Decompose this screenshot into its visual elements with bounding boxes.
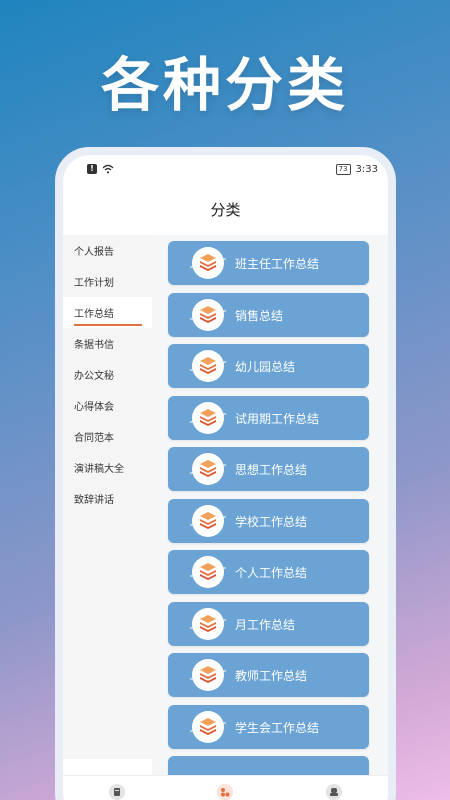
- stack-layers-icon: [190, 299, 226, 331]
- category-label: 幼儿园总结: [235, 359, 296, 374]
- category-list[interactable]: 班主任工作总结 销售总结 幼儿园总结 试用期工作总结 思想工作总结 学校工作总结: [152, 235, 388, 775]
- category-card[interactable]: 教师工作总结: [168, 653, 369, 697]
- alert-icon: !: [87, 164, 97, 174]
- category-card[interactable]: 幼儿园总结: [168, 344, 369, 388]
- sidebar-item-contract-templates[interactable]: 合同范本: [63, 421, 152, 452]
- category-card[interactable]: 月工作总结: [168, 602, 369, 646]
- category-card[interactable]: 个人工作总结: [168, 550, 369, 594]
- category-card[interactable]: 学校工作总结: [168, 499, 369, 543]
- status-time: 3:33: [355, 163, 378, 175]
- sidebar-item-work-summary[interactable]: 工作总结: [63, 297, 152, 328]
- category-label: 销售总结: [235, 308, 284, 323]
- sidebar-item-label: 办公文秘: [74, 371, 114, 382]
- sidebar-item-letters[interactable]: 条据书信: [63, 328, 152, 359]
- promo-title: 各种分类: [100, 51, 349, 119]
- category-card[interactable]: 试用期工作总结: [168, 396, 369, 440]
- sidebar-item-label: 致辞讲话: [74, 495, 114, 506]
- sidebar-item-speeches[interactable]: 演讲稿大全: [63, 452, 152, 483]
- sidebar-item-work-plan[interactable]: 工作计划: [63, 266, 152, 297]
- wifi-icon: [102, 164, 114, 174]
- page-title: 分类: [63, 183, 388, 235]
- category-sidebar: 个人报告 工作计划 工作总结 条据书信 办公文秘 心得体会 合同范本 演讲稿大全…: [63, 235, 152, 759]
- sidebar-item-label: 演讲稿大全: [74, 464, 124, 475]
- category-label: 月工作总结: [235, 617, 296, 632]
- bottom-tab-bar: 推荐 分类 我的: [63, 775, 388, 800]
- sidebar-item-label: 合同范本: [74, 433, 114, 444]
- stack-layers-icon: [190, 453, 226, 485]
- category-label: 思想工作总结: [235, 462, 308, 477]
- grid-icon: [217, 784, 234, 800]
- sidebar-item-label: 条据书信: [74, 340, 114, 351]
- category-label: 班主任工作总结: [235, 256, 320, 271]
- category-card-partial[interactable]: [168, 756, 369, 775]
- category-label: 试用期工作总结: [235, 411, 320, 426]
- tab-recommend[interactable]: 推荐: [87, 784, 147, 800]
- stack-layers-icon: [190, 505, 226, 537]
- stack-layers-icon: [190, 350, 226, 382]
- tab-mine[interactable]: 我的: [304, 784, 364, 800]
- sidebar-item-label: 工作计划: [74, 278, 114, 289]
- book-icon: [109, 784, 126, 800]
- category-card[interactable]: 销售总结: [168, 293, 369, 337]
- sidebar-item-label: 个人报告: [74, 247, 114, 258]
- stack-layers-icon: [190, 556, 226, 588]
- tab-category[interactable]: 分类: [195, 784, 255, 800]
- stack-layers-icon: [190, 711, 226, 743]
- sidebar-item-office-secretary[interactable]: 办公文秘: [63, 359, 152, 390]
- category-card[interactable]: 班主任工作总结: [168, 241, 369, 285]
- stack-layers-icon: [190, 247, 226, 279]
- sidebar-item-label: 心得体会: [74, 402, 114, 413]
- phone-frame: ! 73 3:33 分类 个人报告 工作计划 工作总结 条据书信 办公文秘 心得…: [55, 147, 396, 800]
- category-label: 教师工作总结: [235, 668, 308, 683]
- sidebar-item-experience[interactable]: 心得体会: [63, 390, 152, 421]
- category-label: 个人工作总结: [235, 565, 308, 580]
- stack-layers-icon: [190, 608, 226, 640]
- battery-icon: 73: [335, 163, 351, 175]
- status-bar: ! 73 3:33: [63, 155, 388, 183]
- category-label: 学生会工作总结: [235, 720, 320, 735]
- category-card[interactable]: 学生会工作总结: [168, 705, 369, 749]
- user-icon: [325, 784, 342, 800]
- sidebar-item-personal-report[interactable]: 个人报告: [63, 235, 152, 266]
- sidebar-item-label: 工作总结: [74, 309, 114, 320]
- category-label: 学校工作总结: [235, 514, 308, 529]
- phone-screen: ! 73 3:33 分类 个人报告 工作计划 工作总结 条据书信 办公文秘 心得…: [63, 155, 388, 800]
- category-card[interactable]: 思想工作总结: [168, 447, 369, 491]
- stack-layers-icon: [190, 402, 226, 434]
- sidebar-item-addresses[interactable]: 致辞讲话: [63, 483, 152, 514]
- stack-layers-icon: [190, 659, 226, 691]
